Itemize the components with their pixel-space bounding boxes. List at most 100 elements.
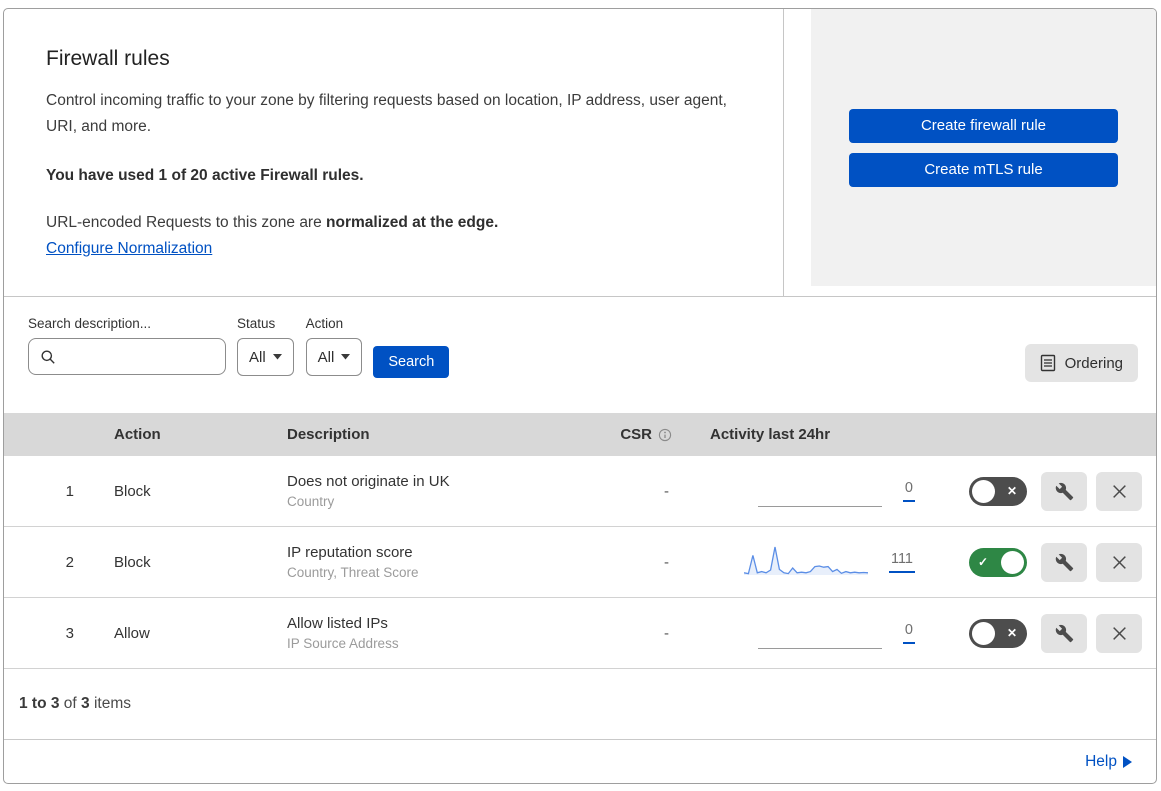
rule-controls: ✕ <box>934 613 1156 653</box>
wrench-icon <box>1055 482 1074 501</box>
search-input[interactable] <box>63 347 214 366</box>
rule-fields: IP Source Address <box>287 636 399 651</box>
delete-rule-button[interactable] <box>1096 471 1142 511</box>
search-icon <box>40 349 56 365</box>
filter-bar: Search description... Status All Action … <box>4 297 1156 413</box>
page-title: Firewall rules <box>46 47 170 70</box>
toggle-knob <box>972 479 995 503</box>
rule-csr: - <box>664 624 669 642</box>
pagination-total: 3 <box>81 695 90 712</box>
page-description: Control incoming traffic to your zone by… <box>46 92 727 135</box>
activity-count-link[interactable]: 0 <box>902 622 915 644</box>
normalization-bold: normalized at the edge. <box>326 214 499 231</box>
search-box[interactable] <box>28 338 226 375</box>
firewall-rules-card: Firewall rules Control incoming traffic … <box>3 8 1157 784</box>
enable-toggle[interactable]: ✓ <box>969 547 1027 577</box>
usage-summary: You have used 1 of 20 active Firewall ru… <box>46 167 364 184</box>
help-link[interactable]: Help <box>1085 753 1132 771</box>
chevron-down-icon <box>272 354 282 360</box>
toggle-knob <box>1001 550 1024 574</box>
rule-fields: Country <box>287 494 335 509</box>
table-header: Action Description CSR Activity last 24h… <box>4 413 1156 456</box>
close-icon <box>1111 483 1128 500</box>
toggle-off-icon: ✕ <box>1006 626 1017 640</box>
column-action: Action <box>114 426 161 443</box>
toggle-on-icon: ✓ <box>978 555 989 569</box>
rule-activity-cell: 0 <box>694 618 934 649</box>
create-firewall-rule-button[interactable]: Create firewall rule <box>849 108 1118 143</box>
rule-activity-cell: 0 <box>694 476 934 507</box>
search-label: Search description... <box>28 316 152 331</box>
rule-action: Allow <box>114 624 150 642</box>
search-group: Search description... <box>28 316 226 375</box>
configure-normalization-link[interactable]: Configure Normalization <box>46 240 212 258</box>
activity-sparkline <box>743 546 868 575</box>
help-bar: Help <box>4 739 1156 783</box>
action-dropdown-value: All <box>317 348 335 366</box>
help-link-label: Help <box>1085 752 1117 770</box>
status-dropdown[interactable]: All <box>237 338 294 376</box>
status-label: Status <box>237 316 276 331</box>
csr-label: CSR <box>620 426 652 443</box>
wrench-icon <box>1055 553 1074 572</box>
close-icon <box>1111 554 1128 571</box>
enable-toggle[interactable]: ✕ <box>969 618 1027 648</box>
chevron-down-icon <box>341 354 351 360</box>
rule-action: Block <box>114 482 151 500</box>
info-icon[interactable] <box>658 428 672 442</box>
activity-count-link[interactable]: 111 <box>888 551 915 573</box>
search-button[interactable]: Search <box>373 346 450 378</box>
activity-sparkline-empty <box>757 618 882 649</box>
rule-description: Allow listed IPs <box>287 615 388 632</box>
delete-rule-button[interactable] <box>1096 542 1142 582</box>
delete-rule-button[interactable] <box>1096 613 1142 653</box>
pagination-of: of <box>63 695 77 712</box>
ordering-button[interactable]: Ordering <box>1024 344 1138 382</box>
header-text-panel: Firewall rules Control incoming traffic … <box>4 9 784 296</box>
table-row: 3 Allow Allow listed IPs IP Source Addre… <box>4 598 1156 669</box>
action-label: Action <box>305 316 344 331</box>
rule-description: Does not originate in UK <box>287 473 450 490</box>
create-mtls-rule-button[interactable]: Create mTLS rule <box>849 152 1118 187</box>
normalization-prefix: URL-encoded Requests to this zone are <box>46 214 327 231</box>
rule-description: IP reputation score <box>287 544 413 561</box>
rule-activity-cell: 111 <box>694 544 934 580</box>
activity-count-link[interactable]: 0 <box>902 480 915 502</box>
action-dropdown[interactable]: All <box>305 338 363 376</box>
rule-controls: ✓ <box>934 542 1156 582</box>
activity-sparkline-empty <box>757 476 882 507</box>
edit-rule-button[interactable] <box>1041 471 1087 511</box>
toggle-knob <box>972 621 995 645</box>
rule-priority: 1 <box>65 482 74 500</box>
edit-rule-button[interactable] <box>1041 542 1087 582</box>
rule-priority: 3 <box>65 624 74 642</box>
normalization-note: URL-encoded Requests to this zone are no… <box>46 211 743 235</box>
wrench-icon <box>1055 624 1074 643</box>
edit-rule-button[interactable] <box>1041 613 1087 653</box>
rule-controls: ✕ <box>934 471 1156 511</box>
ordering-list-icon <box>1040 354 1056 372</box>
rule-action: Block <box>114 553 151 571</box>
enable-toggle[interactable]: ✕ <box>969 476 1027 506</box>
pagination-summary: 1 to 3 of 3 items <box>4 669 1156 739</box>
rule-csr: - <box>664 482 669 500</box>
action-filter-group: Action All <box>305 316 363 376</box>
close-icon <box>1111 625 1128 642</box>
rule-csr: - <box>664 553 669 571</box>
column-csr: CSR <box>584 426 694 443</box>
rule-priority: 2 <box>65 553 74 571</box>
pagination-items: items <box>93 695 132 712</box>
table-row: 1 Block Does not originate in UK Country… <box>4 456 1156 527</box>
actions-panel: Create firewall rule Create mTLS rule <box>811 9 1156 286</box>
table-row: 2 Block IP reputation score Country, Thr… <box>4 527 1156 598</box>
column-description: Description <box>287 426 370 443</box>
header-gap <box>784 9 811 296</box>
header-section: Firewall rules Control incoming traffic … <box>4 9 1156 297</box>
toggle-off-icon: ✕ <box>1006 484 1017 498</box>
rule-fields: Country, Threat Score <box>287 565 419 580</box>
rule-description-cell: IP reputation score Country, Threat Scor… <box>264 544 584 580</box>
arrow-right-icon <box>1123 755 1132 768</box>
status-dropdown-value: All <box>249 348 266 366</box>
pagination-range: 1 to 3 <box>19 695 60 712</box>
column-activity: Activity last 24hr <box>710 426 831 443</box>
